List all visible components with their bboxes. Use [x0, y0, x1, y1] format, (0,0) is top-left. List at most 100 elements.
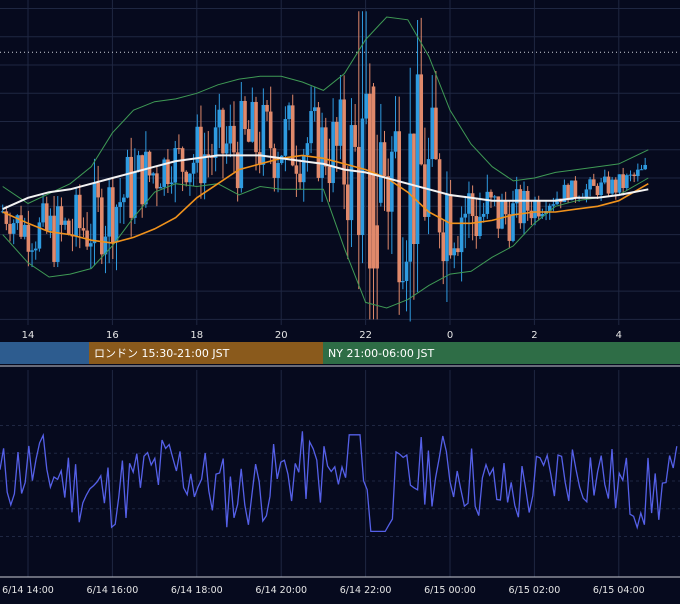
candle-body	[401, 281, 405, 283]
candle-body	[430, 107, 435, 160]
candle-body	[445, 194, 449, 262]
candle-body	[41, 203, 45, 223]
candle-body	[382, 142, 387, 177]
main-x-tick-label: 2	[531, 330, 537, 341]
candle-body	[312, 107, 317, 112]
osc-x-tick-label: 6/14 20:00	[255, 585, 307, 596]
osc-x-tick-label: 6/15 00:00	[424, 585, 476, 596]
candle-body	[375, 225, 379, 269]
candle-body	[364, 93, 368, 119]
candle-body	[133, 171, 137, 218]
candle-body	[353, 125, 357, 147]
main-x-tick-label: 16	[106, 330, 119, 341]
candle-body	[228, 125, 233, 144]
candle-body	[92, 182, 97, 244]
candle-body	[287, 105, 291, 120]
candle-body	[177, 148, 181, 150]
candle-body	[371, 86, 376, 269]
candle-body	[22, 224, 27, 237]
candle-body	[169, 182, 174, 185]
candle-body	[334, 121, 339, 146]
candle-body	[55, 206, 60, 262]
candle-body	[221, 109, 225, 154]
candle-body	[66, 220, 71, 235]
candle-body	[614, 179, 618, 193]
main-x-tick-label: 4	[616, 330, 622, 341]
candle-body	[448, 194, 453, 256]
candle-body	[360, 118, 365, 236]
candle-body	[584, 189, 589, 198]
candle-body	[507, 214, 512, 241]
candle-body	[63, 220, 67, 225]
candle-body	[48, 215, 53, 231]
main-x-tick-label: 18	[190, 330, 203, 341]
candle-body	[37, 222, 42, 249]
candle-body	[386, 176, 390, 212]
candle-body	[342, 99, 346, 185]
candle-body	[136, 155, 141, 172]
candle-body	[26, 224, 31, 252]
candle-body	[625, 175, 629, 189]
candle-body	[628, 174, 633, 176]
session-label: NY 21:00-06:00 JST	[328, 347, 435, 360]
candle-body	[323, 127, 328, 167]
candle-body	[265, 104, 269, 112]
candle-body	[268, 111, 273, 149]
candle-body	[485, 191, 490, 214]
candle-body	[19, 215, 23, 237]
chart-svg: 14 16 18 20 22 0 2 4 ロンドン 15:30-21:00 JST NY 21:0…	[0, 0, 680, 600]
candle-body	[470, 193, 475, 217]
candle-body	[437, 159, 442, 233]
candle-body	[357, 146, 361, 236]
candle-body	[404, 261, 409, 282]
candle-body	[452, 248, 457, 256]
candle-body	[118, 202, 122, 207]
candle-body	[434, 107, 438, 160]
candle-body	[239, 100, 244, 189]
candle-body	[246, 129, 251, 142]
candle-body	[301, 155, 306, 183]
candle-body	[408, 133, 413, 262]
candle-body	[500, 200, 504, 229]
candle-body	[59, 206, 64, 225]
candle-body	[643, 164, 647, 170]
osc-x-tick-label: 6/14 18:00	[171, 585, 223, 596]
candle-body	[77, 194, 82, 229]
candle-body	[632, 174, 636, 177]
candle-body	[591, 179, 596, 186]
candle-body	[412, 133, 416, 245]
candle-body	[489, 191, 493, 198]
candle-body	[309, 111, 313, 144]
candle-body	[327, 166, 332, 184]
candle-body	[114, 206, 119, 243]
candle-body	[595, 185, 600, 196]
candle-body	[100, 197, 104, 255]
candle-body	[474, 216, 479, 237]
candle-body	[349, 125, 354, 221]
session-label: ロンドン 15:30-21:00 JST	[94, 347, 230, 360]
candle-body	[331, 121, 335, 184]
candle-body	[33, 248, 38, 251]
candle-body	[11, 223, 16, 234]
candle-body	[122, 197, 126, 203]
candle-body	[88, 243, 93, 247]
candle-body	[415, 74, 420, 245]
candle-body	[250, 101, 255, 142]
candle-body	[276, 163, 280, 178]
candle-body	[478, 216, 482, 237]
candle-body	[316, 107, 321, 178]
candle-body	[621, 174, 625, 189]
osc-x-tick-label: 6/14 14:00	[2, 585, 54, 596]
main-x-tick-label: 0	[447, 330, 453, 341]
candle-body	[463, 213, 468, 218]
candle-body	[155, 173, 159, 189]
candle-body	[243, 100, 247, 130]
candle-body	[606, 176, 611, 194]
candle-body	[52, 215, 56, 262]
candle-body	[107, 187, 111, 237]
candle-body	[217, 109, 222, 128]
candle-body	[588, 179, 592, 190]
candle-body	[158, 186, 163, 189]
candle-body	[338, 99, 343, 146]
chart-area: 14 16 18 20 22 0 2 4 ロンドン 15:30-21:00 JST NY 21:0…	[0, 0, 680, 600]
